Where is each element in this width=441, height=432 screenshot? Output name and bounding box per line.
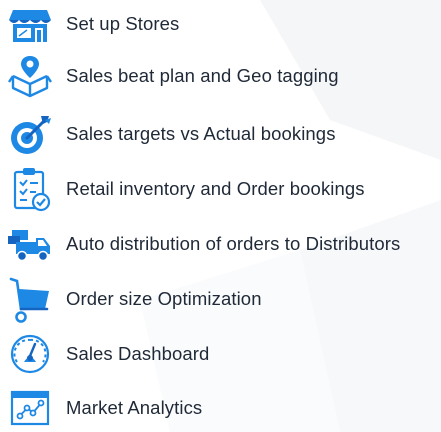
- clipboard-check-icon: [4, 167, 56, 212]
- feature-label: Sales Dashboard: [66, 343, 210, 364]
- analytics-chart-icon: [4, 386, 56, 430]
- feature-label: Market Analytics: [66, 397, 203, 418]
- feature-item-market-analytics: Market Analytics: [0, 388, 441, 428]
- target-arrow-icon: [4, 112, 56, 156]
- shopping-cart-icon: [4, 277, 56, 323]
- feature-item-retail-inventory: Retail inventory and Order bookings: [0, 167, 441, 212]
- feature-item-set-up-stores: Set up Stores: [0, 4, 441, 44]
- feature-item-sales-targets: Sales targets vs Actual bookings: [0, 114, 441, 154]
- geo-tag-box-icon: [4, 54, 56, 98]
- feature-item-order-size: Order size Optimization: [0, 277, 441, 323]
- feature-item-sales-beat-plan: Sales beat plan and Geo tagging: [0, 54, 441, 98]
- speedometer-icon: [4, 332, 56, 376]
- feature-label: Sales targets vs Actual bookings: [66, 123, 336, 144]
- store-icon: [4, 2, 56, 46]
- feature-list: Set up Stores Sales beat plan and Geo ta…: [0, 0, 441, 432]
- feature-item-auto-distribution: Auto distribution of orders to Distribut…: [0, 224, 441, 264]
- feature-label: Set up Stores: [66, 13, 180, 34]
- feature-label: Order size Optimization: [66, 288, 262, 309]
- feature-item-sales-dashboard: Sales Dashboard: [0, 334, 441, 374]
- feature-label: Retail inventory and Order bookings: [66, 178, 365, 199]
- feature-label: Sales beat plan and Geo tagging: [66, 65, 339, 86]
- feature-label: Auto distribution of orders to Distribut…: [66, 233, 401, 254]
- delivery-truck-icon: [4, 222, 56, 266]
